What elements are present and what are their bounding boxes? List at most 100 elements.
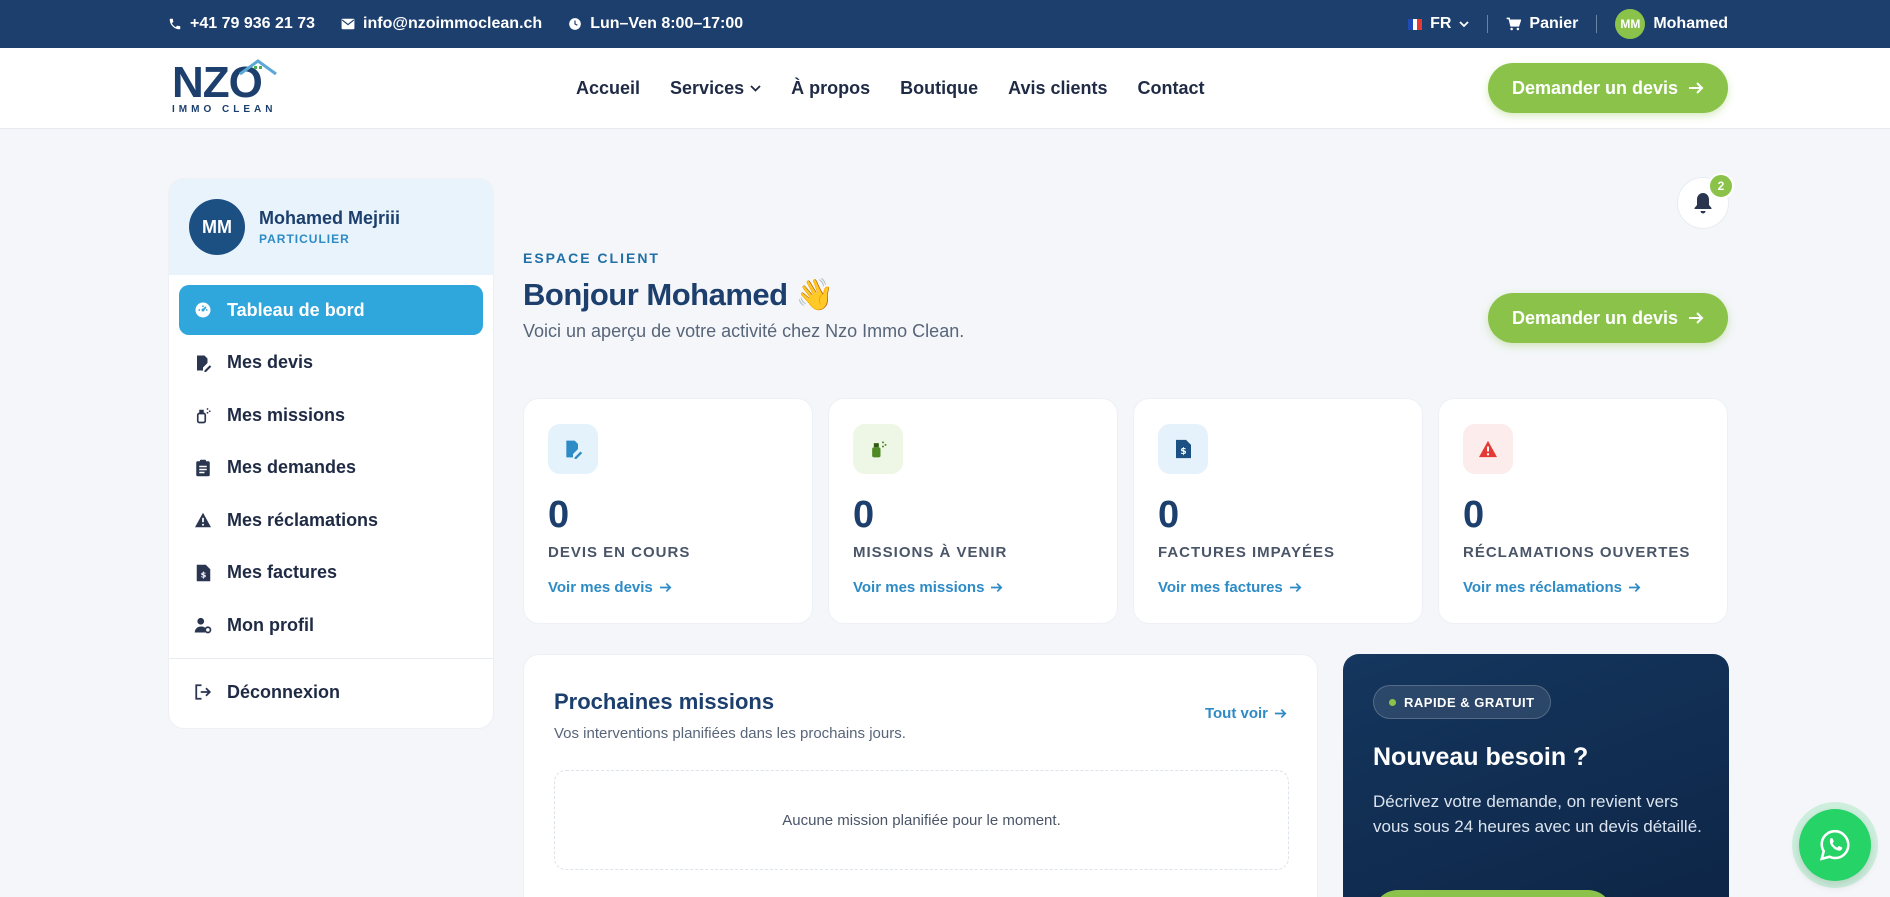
nav-accueil[interactable]: Accueil [576,78,640,99]
user-gear-icon [193,615,213,635]
sidebar-item-mes-demandes[interactable]: Mes demandes [179,443,483,493]
chevron-down-icon [750,85,761,92]
hours-text: Lun–Ven 8:00–17:00 [590,15,744,32]
stat-link-reclamations[interactable]: Voir mes réclamations [1463,579,1641,596]
user-menu[interactable]: MM Mohamed [1615,9,1728,39]
stat-label: FACTURES IMPAYÉES [1158,544,1336,561]
stat-link-label: Voir mes réclamations [1463,579,1622,596]
stat-label: RÉCLAMATIONS OUVERTES [1463,544,1691,561]
stat-card-reclamations: 0 RÉCLAMATIONS OUVERTES Voir mes réclama… [1438,398,1728,624]
phone-icon [169,18,181,30]
stat-link-label: Voir mes factures [1158,579,1283,596]
sidebar-item-label: Mes réclamations [227,509,379,530]
arrow-right-icon [659,582,672,593]
phone-link[interactable]: +41 79 936 21 73 [168,15,315,33]
language-selector[interactable]: FR [1408,15,1470,33]
top-bar: +41 79 936 21 73 info@nzoimmoclean.ch Lu… [0,0,1890,48]
stat-card-devis: 0 DEVIS EN COURS Voir mes devis [523,398,813,624]
whatsapp-button[interactable] [1799,809,1871,881]
logout-button[interactable]: Déconnexion [179,667,483,717]
arrow-right-icon [1275,708,1287,719]
warning-icon [1463,424,1513,474]
nav-a-propos[interactable]: À propos [791,78,870,99]
main-nav: Accueil Services À propos Boutique Avis … [576,48,1205,129]
stat-value: 0 [548,494,570,536]
logo[interactable]: NZO IMMO CLEAN [172,59,282,118]
avatar: MM [189,199,245,255]
stat-value: 0 [853,494,875,536]
nav-contact[interactable]: Contact [1138,78,1205,99]
arrow-right-icon [1628,582,1641,593]
nav-avis-clients[interactable]: Avis clients [1008,78,1107,99]
sidebar-item-label: Tableau de bord [227,299,365,320]
stat-link-missions[interactable]: Voir mes missions [853,579,1003,596]
sidebar-user-role: PARTICULIER [259,232,350,246]
request-quote-button[interactable]: Demander un devis [1488,293,1728,343]
envelope-icon [341,18,355,30]
nav-boutique[interactable]: Boutique [900,78,978,99]
bell-icon [1694,193,1712,214]
sidebar-item-label: Mes devis [227,352,314,372]
house-roof-icon [239,59,277,76]
quote-edit-icon [193,353,213,373]
upcoming-missions-panel: Prochaines missions Vos interventions pl… [523,654,1318,897]
divider [1596,15,1598,33]
request-quote-button[interactable]: Demander un devis [1488,63,1728,113]
stat-link-label: Voir mes missions [853,579,985,596]
stat-link-devis[interactable]: Voir mes devis [548,579,672,596]
request-quote-label: Demander un devis [1511,307,1679,328]
promo-button[interactable] [1373,890,1613,897]
nav-services-label: Services [670,78,745,98]
section-eyebrow: ESPACE CLIENT [523,250,660,266]
spray-icon [193,405,213,425]
main-header: NZO IMMO CLEAN Accueil Services À propos… [0,48,1890,129]
language-label: FR [1430,15,1452,32]
sidebar-item-label: Mon profil [227,614,314,635]
page-title: Bonjour Mohamed 👋 [523,277,834,312]
see-all-link[interactable]: Tout voir [1205,705,1287,722]
user-name: Mohamed [1653,15,1728,32]
invoice-icon: $ [1158,424,1208,474]
cart-link[interactable]: Panier [1506,15,1578,33]
promo-title: Nouveau besoin ? [1373,743,1589,771]
sidebar-item-mes-devis[interactable]: Mes devis [179,338,483,388]
divider [169,658,493,659]
logout-icon [193,682,213,702]
sidebar-item-mes-missions[interactable]: Mes missions [179,390,483,440]
whatsapp-icon [1819,829,1850,861]
warning-icon [193,510,213,530]
sidebar-item-mes-reclamations[interactable]: Mes réclamations [179,495,483,545]
notification-badge: 2 [1708,173,1734,199]
clock-icon [569,18,582,30]
svg-text:$: $ [200,569,206,579]
sidebar-item-mon-profil[interactable]: Mon profil [179,600,483,650]
cart-label: Panier [1529,15,1579,32]
france-flag-icon [1408,18,1423,30]
arrow-right-icon [1689,82,1704,94]
stat-card-factures: $ 0 FACTURES IMPAYÉES Voir mes factures [1133,398,1423,624]
sidebar-item-label: Mes missions [227,404,346,425]
sidebar-item-label: Mes demandes [227,457,357,477]
sidebar-item-tableau-de-bord[interactable]: Tableau de bord [179,285,483,335]
phone-text: +41 79 936 21 73 [190,15,316,32]
stat-label: DEVIS EN COURS [548,544,691,561]
svg-text:$: $ [1180,446,1186,457]
chevron-down-icon [1459,20,1470,27]
nav-services[interactable]: Services [670,78,761,99]
sidebar-user-card: MM Mohamed Mejriii PARTICULIER [169,179,493,275]
see-all-label: Tout voir [1204,705,1268,722]
stat-label: MISSIONS À VENIR [853,544,1008,561]
promo-text: Décrivez votre demande, on revient vers … [1373,792,1702,836]
logout-label: Déconnexion [227,681,341,702]
arrow-right-icon [991,582,1003,593]
sidebar-item-mes-factures[interactable]: $ Mes factures [179,548,483,598]
client-sidebar: MM Mohamed Mejriii PARTICULIER Tableau d… [168,178,494,729]
stat-value: 0 [1158,494,1180,536]
stat-link-factures[interactable]: Voir mes factures [1158,579,1302,596]
dashboard-icon [193,300,213,320]
divider [1487,15,1489,33]
missions-subtitle: Vos interventions planifiées dans les pr… [554,725,906,742]
email-link[interactable]: info@nzoimmoclean.ch [341,15,542,33]
promo-badge: RAPIDE & GRATUIT [1373,685,1551,719]
missions-title: Prochaines missions [554,689,775,714]
